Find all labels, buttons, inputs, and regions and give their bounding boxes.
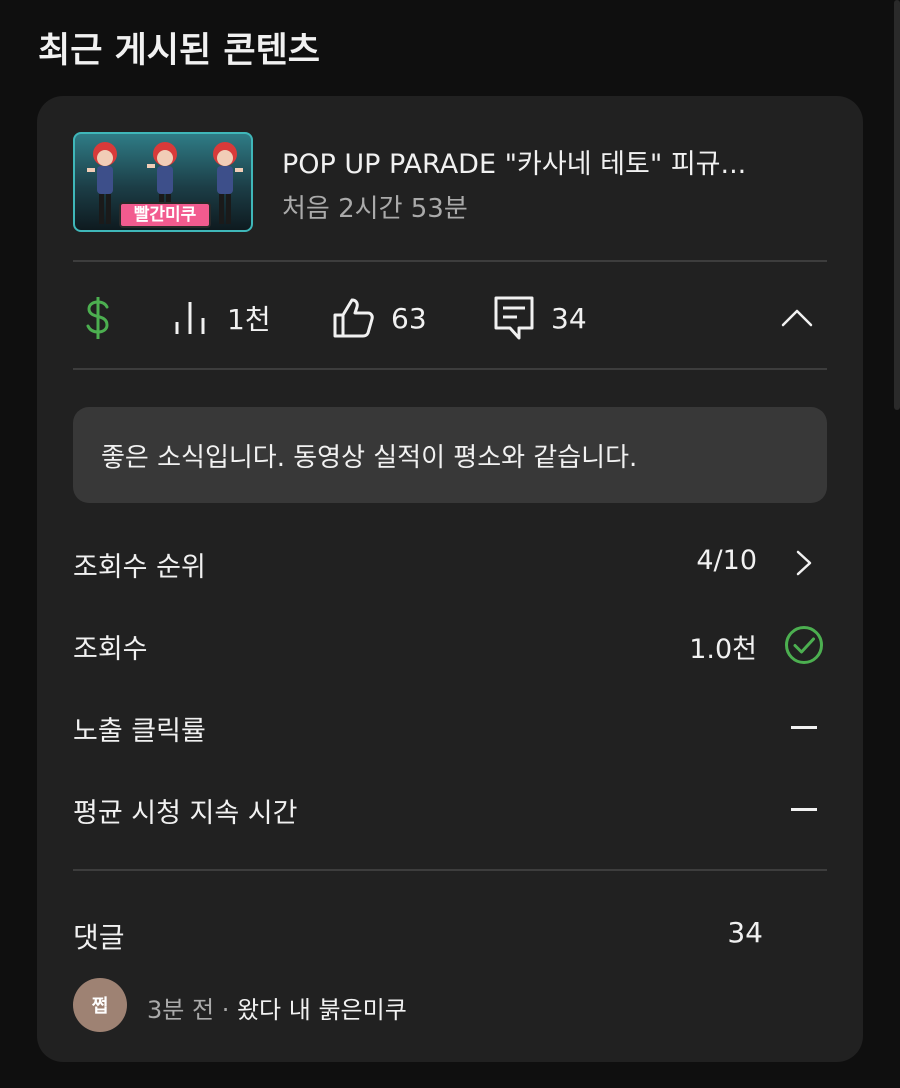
- views-count: 1천: [227, 303, 271, 336]
- video-thumbnail[interactable]: 빨간미쿠: [73, 132, 253, 232]
- video-row[interactable]: 빨간미쿠 POP UP PARADE "카사네 테토" 피규... 처음 2시간…: [73, 132, 833, 232]
- thumbnail-caption: 빨간미쿠: [119, 202, 211, 228]
- chevron-right-icon[interactable]: [783, 543, 825, 583]
- divider: [73, 368, 827, 370]
- video-title[interactable]: POP UP PARADE "카사네 테토" 피규...: [282, 142, 822, 181]
- avatar[interactable]: 쩝: [73, 978, 127, 1032]
- bar-chart-icon: [171, 298, 211, 338]
- comment-separator: ·: [214, 996, 237, 1024]
- comments-count: 34: [551, 301, 587, 335]
- comments-label: 댓글: [73, 921, 125, 954]
- stats-row: 1천 63 34: [73, 266, 827, 370]
- scrollbar[interactable]: [894, 0, 900, 410]
- comment-text: 왔다 내 붉은미쿠: [236, 996, 407, 1024]
- metric-avg-view-duration: 평균 시청 지속 시간: [73, 779, 827, 839]
- metric-label: 조회수: [73, 634, 148, 665]
- comment-icon: [493, 295, 535, 341]
- metric-value: 4/10: [696, 545, 757, 576]
- page: 최근 게시된 콘텐츠 빨간미쿠 POP UP PARADE "카사네 테토" 피…: [0, 0, 900, 1088]
- latest-comment[interactable]: 쩝 3분 전 · 왔다 내 붉은미쿠: [73, 978, 827, 1034]
- comment-time: 3분 전: [147, 996, 215, 1024]
- metric-view-rank[interactable]: 조회수 순위 4/10: [73, 533, 827, 593]
- metric-label: 노출 클릭률: [73, 716, 206, 747]
- metric-value: 1.0천: [689, 634, 757, 665]
- dollar-icon: [83, 296, 113, 340]
- chevron-up-icon: [781, 308, 813, 328]
- metric-ctr: 노출 클릭률: [73, 697, 827, 757]
- metric-views: 조회수 1.0천: [73, 615, 827, 675]
- recent-content-card: 빨간미쿠 POP UP PARADE "카사네 테토" 피규... 처음 2시간…: [37, 96, 863, 1062]
- likes-count: 63: [391, 301, 427, 335]
- no-data-dash: [783, 789, 825, 829]
- performance-banner: 좋은 소식입니다. 동영상 실적이 평소와 같습니다.: [73, 407, 827, 503]
- metric-label: 조회수 순위: [73, 552, 206, 583]
- no-data-dash: [783, 707, 825, 747]
- comments-total: 34: [727, 916, 763, 949]
- check-circle-icon: [783, 625, 825, 665]
- thumbs-up-icon: [331, 296, 375, 340]
- comments-header[interactable]: 댓글 34: [73, 908, 827, 958]
- likes-stat[interactable]: 63: [331, 266, 427, 370]
- metric-label: 평균 시청 지속 시간: [73, 798, 298, 829]
- divider: [73, 869, 827, 871]
- section-title: 최근 게시된 콘텐츠: [38, 31, 320, 71]
- collapse-button[interactable]: [781, 266, 813, 370]
- video-age: 처음 2시간 53분: [282, 194, 468, 224]
- comments-stat[interactable]: 34: [493, 266, 587, 370]
- divider: [73, 260, 827, 262]
- views-stat[interactable]: 1천: [171, 266, 271, 370]
- comment-meta: 3분 전 · 왔다 내 붉은미쿠: [147, 990, 407, 1025]
- monetization-stat[interactable]: [83, 266, 113, 370]
